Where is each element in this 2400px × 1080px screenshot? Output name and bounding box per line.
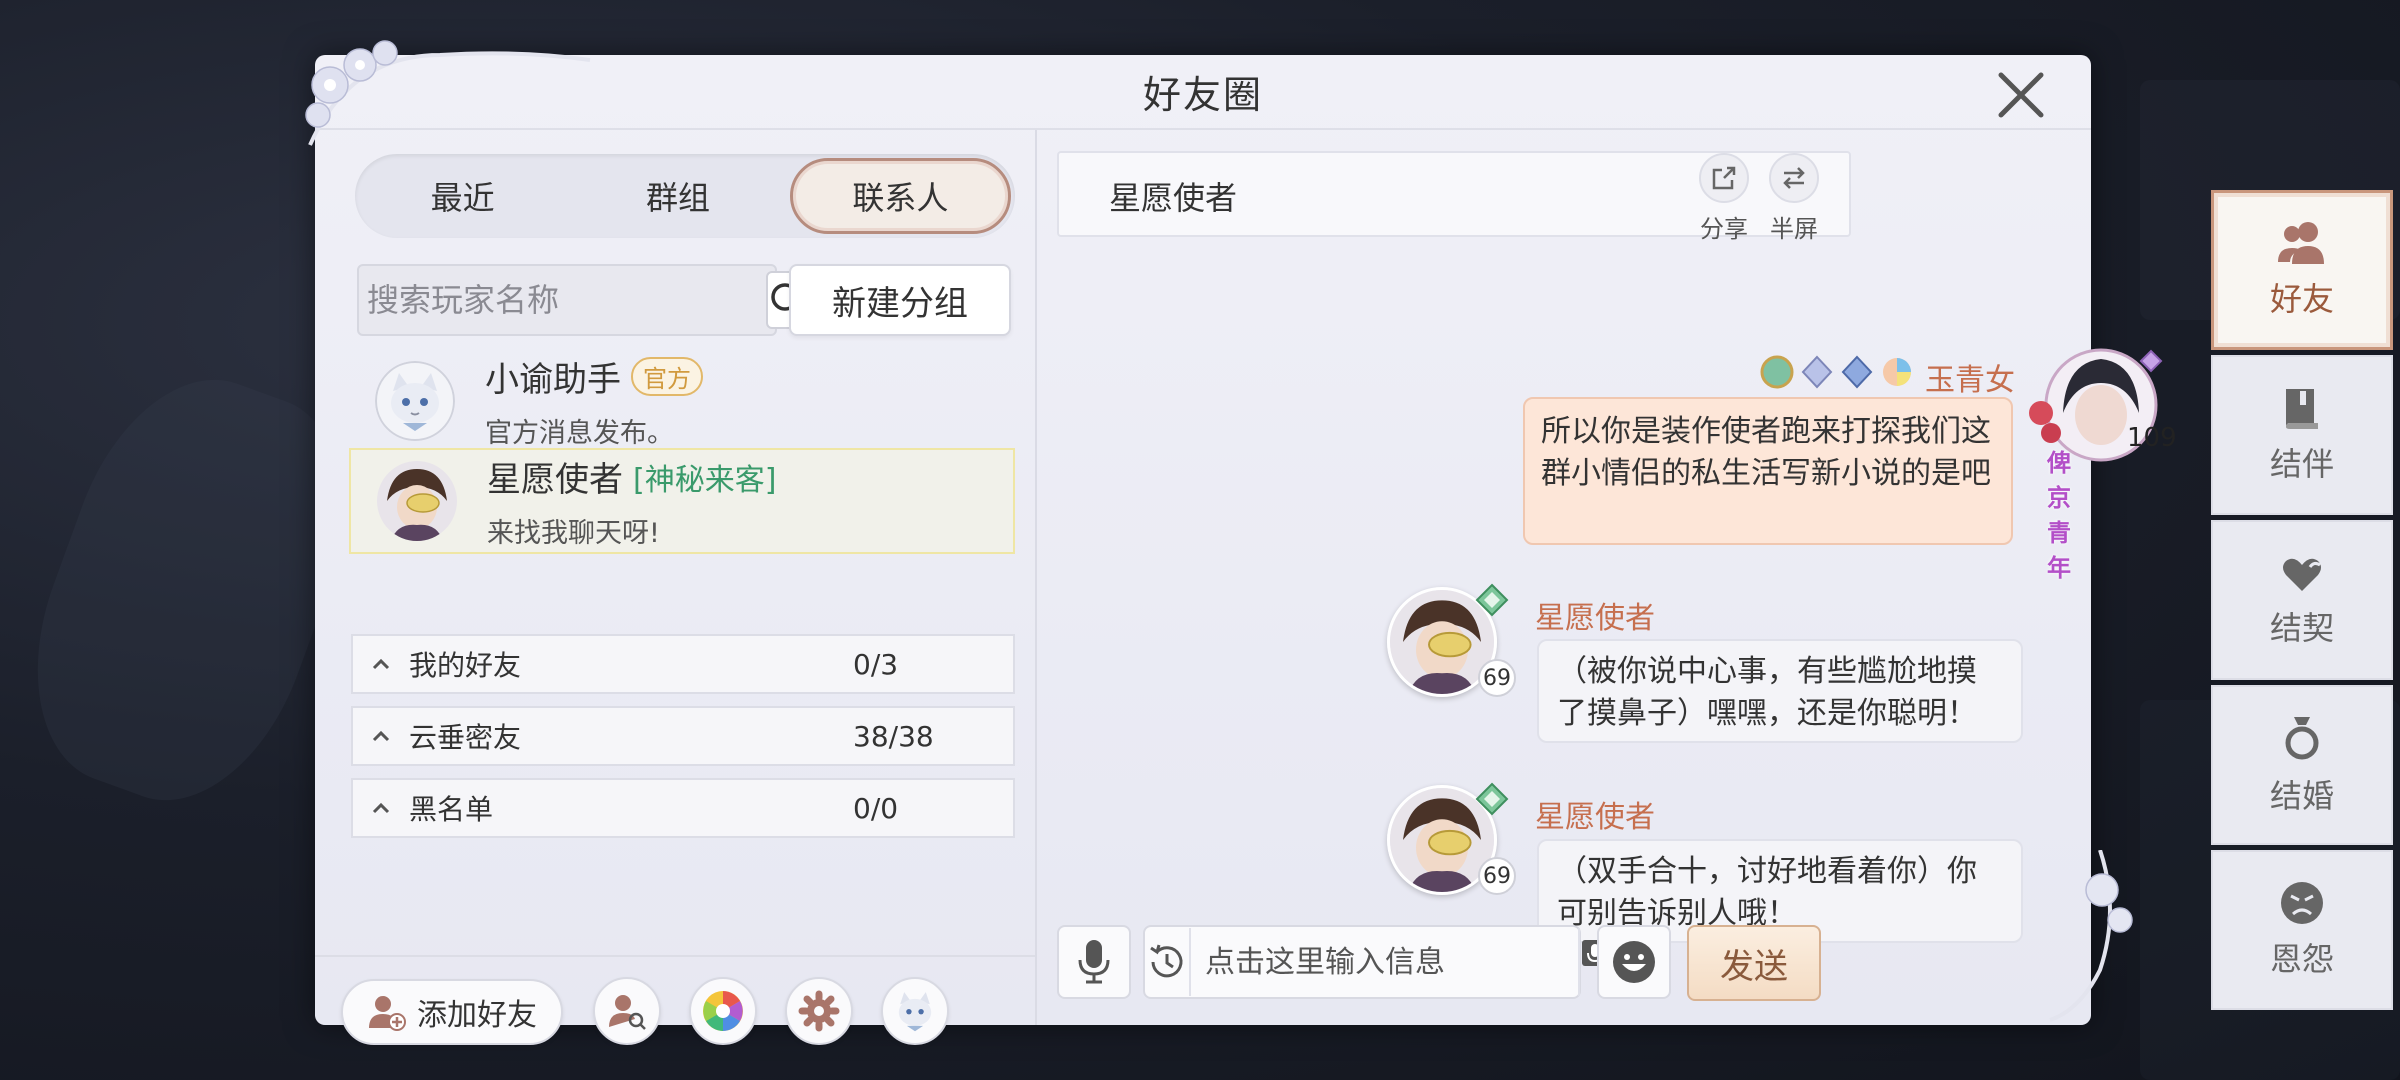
emoji-button[interactable] [1597, 925, 1671, 999]
find-player-button[interactable] [593, 977, 661, 1045]
group-row-my-friends[interactable]: 我的好友 0/3 [351, 634, 1015, 694]
badge-icon [1801, 355, 1833, 389]
emoji-icon [1613, 941, 1655, 983]
group-row-close-friends[interactable]: 云垂密友 38/38 [351, 706, 1015, 766]
contact-subtitle: 来找我聊天呀! [487, 518, 660, 549]
flower-decoration [2049, 850, 2133, 1022]
group-label: 黑名单 [409, 793, 494, 826]
history-button[interactable] [1145, 928, 1191, 996]
nav-companion[interactable]: 结伴 [2211, 355, 2393, 515]
chevron-up-icon [353, 657, 409, 671]
tab-contacts[interactable]: 联系人 [789, 158, 1011, 234]
group-label: 云垂密友 [409, 721, 522, 754]
angry-face-icon [2281, 882, 2323, 924]
contact-subtitle: 官方消息发布。 [485, 418, 674, 449]
mystery-tag: [神秘来客] [633, 462, 777, 498]
settings-button[interactable] [785, 977, 853, 1045]
group-count: 38/38 [853, 719, 934, 753]
contacts-column: 最近 群组 联系人 新建分组 [315, 130, 1037, 1045]
tab-groups[interactable]: 群组 [570, 154, 785, 238]
message-bubble-self: 所以你是装作使者跑来打探我们这群小情侣的私生活写新小说的是吧 [1523, 397, 2013, 545]
hearts-icon [2283, 558, 2321, 591]
voice-button[interactable] [1057, 925, 1131, 999]
message-sender-name: 星愿使者 [1535, 601, 1655, 636]
contact-name: 小谕助手 [485, 360, 621, 400]
self-title-plate: 俾京青年 [2047, 449, 2071, 582]
flower-decoration [305, 40, 591, 146]
add-friend-label: 添加好友 [417, 998, 537, 1033]
halfscreen-label: 半屏 [1770, 215, 1818, 243]
share-button[interactable]: 分享 [1689, 153, 1759, 244]
book-icon [2286, 389, 2318, 429]
user-search-icon [609, 995, 646, 1030]
sender-level: 69 [1478, 659, 1516, 697]
chevron-up-icon [353, 801, 409, 815]
share-icon [1712, 166, 1736, 190]
close-icon [1998, 72, 2044, 118]
gear-icon [798, 990, 840, 1032]
microphone-icon [1078, 940, 1110, 984]
badge-icon [1883, 358, 1911, 386]
group-row-blacklist[interactable]: 黑名单 0/0 [351, 778, 1015, 838]
contact-tabs: 最近 群组 联系人 [355, 154, 1015, 238]
envoy-avatar [377, 461, 457, 541]
nav-label: 结契 [2269, 609, 2334, 647]
photo-button[interactable] [689, 977, 757, 1045]
group-count: 0/0 [853, 791, 899, 825]
contact-item[interactable]: 小谕助手 官方 官方消息发布。 [349, 348, 1015, 454]
badge-icon [1760, 355, 1794, 389]
contact-name: 星愿使者 [487, 460, 623, 500]
share-label: 分享 [1700, 215, 1748, 243]
close-button[interactable] [1993, 67, 2049, 123]
sender-level: 69 [1478, 857, 1516, 895]
nav-friends[interactable]: 好友 [2211, 190, 2393, 350]
chat-input-bar: 发送 [1057, 925, 1857, 1005]
search-input[interactable] [359, 266, 766, 334]
nav-pact[interactable]: 结契 [2211, 520, 2393, 680]
add-user-icon [369, 996, 406, 1031]
message-bubble-other: （被你说中心事，有些尴尬地摸了摸鼻子）嘿嘿，还是你聪明！ [1537, 639, 2023, 743]
chat-header: 星愿使者 分享 半屏 [1057, 151, 1851, 243]
swap-icon [1783, 167, 1805, 189]
history-icon [1150, 944, 1183, 978]
official-tag: 官方 [631, 357, 703, 396]
bottom-action-bar: 添加好友 [315, 955, 1035, 1045]
player-badges [1760, 355, 1914, 389]
assistant-button[interactable] [881, 977, 949, 1045]
new-group-button[interactable]: 新建分组 [789, 264, 1011, 336]
ring-icon [2285, 717, 2319, 760]
message-sender-name: 玉青女 [1925, 363, 2015, 398]
cat-icon [898, 992, 932, 1032]
search-box [357, 264, 810, 336]
nav-label: 好友 [2269, 280, 2334, 318]
color-wheel-icon [703, 991, 743, 1031]
message-sender-name: 星愿使者 [1535, 800, 1655, 835]
chevron-up-icon [353, 729, 409, 743]
vip-diamond-icon [1475, 782, 1509, 816]
halfscreen-button[interactable]: 半屏 [1759, 153, 1829, 244]
message-input-box [1143, 925, 1632, 999]
group-count: 0/3 [853, 647, 899, 681]
nav-marriage[interactable]: 结婚 [2211, 685, 2393, 845]
group-label: 我的好友 [409, 649, 522, 682]
send-button[interactable]: 发送 [1687, 925, 1821, 1001]
nav-label: 结伴 [2269, 445, 2334, 483]
nav-label: 恩怨 [2269, 940, 2334, 978]
add-friend-button[interactable]: 添加好友 [341, 979, 563, 1045]
chat-title: 星愿使者 [1109, 179, 1238, 217]
vip-diamond-icon [1475, 583, 1509, 617]
nav-label: 结婚 [2269, 777, 2334, 815]
message-input[interactable] [1191, 927, 1578, 997]
tab-recent[interactable]: 最近 [355, 154, 570, 238]
friends-panel: 好友圈 最近 群组 联系人 新建分组 [315, 55, 2393, 1045]
self-level: 109 [2127, 423, 2177, 453]
nav-grudge[interactable]: 恩怨 [2211, 850, 2393, 1010]
contact-item-selected[interactable]: 星愿使者 [神秘来客] 来找我聊天呀! [349, 448, 1015, 554]
assistant-avatar [375, 361, 455, 441]
friends-icon [2278, 222, 2324, 264]
self-avatar[interactable] [2023, 343, 2173, 473]
badge-icon [1841, 355, 1873, 389]
